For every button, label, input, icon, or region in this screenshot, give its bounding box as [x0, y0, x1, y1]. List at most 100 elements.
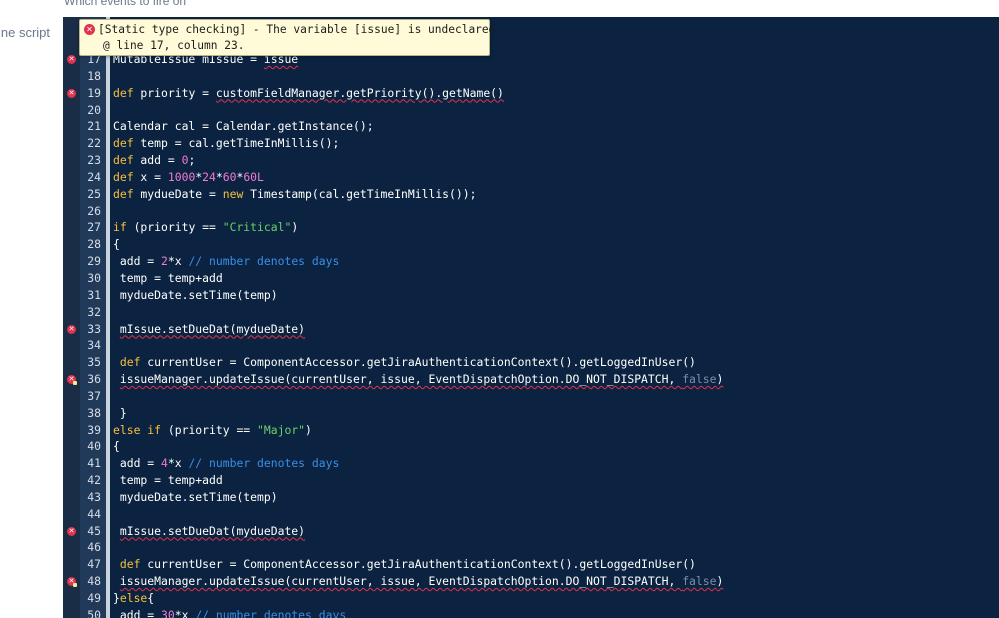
line-number: 29 [87, 254, 101, 269]
code-line[interactable]: 21 Calendar cal = Calendar.getInstance(); [63, 118, 999, 135]
code-line[interactable]: 29 add = 2*x // number denotes days [63, 253, 999, 270]
code-text[interactable]: mIssue.setDueDat(mydueDate) [113, 321, 305, 338]
code-line[interactable]: 20 [63, 102, 999, 119]
code-line[interactable]: 47 def currentUser = ComponentAccessor.g… [63, 556, 999, 573]
line-number: 25 [87, 186, 101, 201]
code-text[interactable]: mIssue.setDueDat(mydueDate) [113, 523, 305, 540]
code-token: def [113, 136, 134, 151]
code-line[interactable]: 43 mydueDate.setTime(temp) [63, 489, 999, 506]
code-line[interactable]: 24 def x = 1000*24*60*60L [63, 169, 999, 186]
code-text[interactable]: add = 2*x // number denotes days [113, 253, 339, 270]
code-line[interactable]: 38 } [63, 405, 999, 422]
code-token: } [113, 405, 127, 420]
code-line[interactable]: 44 [63, 506, 999, 523]
error-circle-icon[interactable]: ✕ [67, 526, 76, 536]
code-text[interactable]: { [113, 236, 120, 253]
code-text[interactable]: def add = 0; [113, 152, 195, 169]
code-text[interactable]: mydueDate.setTime(temp) [113, 489, 278, 506]
code-line[interactable]: 28 { [63, 236, 999, 253]
code-text[interactable]: else if (priority == "Major") [113, 422, 312, 439]
code-line[interactable]: 23 def add = 0; [63, 152, 999, 169]
code-line[interactable]: 37 [63, 388, 999, 405]
code-text[interactable]: { [113, 438, 120, 455]
code-text[interactable]: add = 4*x // number denotes days [113, 455, 339, 472]
code-text[interactable]: Calendar cal = Calendar.getInstance(); [113, 118, 374, 135]
code-text[interactable]: def currentUser = ComponentAccessor.getJ… [113, 354, 696, 371]
code-line[interactable]: 30 temp = temp+add [63, 270, 999, 287]
code-line[interactable]: 42 temp = temp+add [63, 472, 999, 489]
code-token: 1000 [167, 169, 196, 184]
code-token: 2 [161, 254, 168, 269]
code-text[interactable]: def x = 1000*24*60*60L [113, 169, 264, 186]
line-number: 34 [87, 338, 101, 353]
code-token: x = [133, 169, 168, 184]
error-circle-icon[interactable]: ✕ [67, 324, 76, 334]
code-token: 24 [202, 169, 216, 184]
code-token: issueManager.updateIssue(currentUser, is… [119, 574, 683, 589]
code-line[interactable]: ✕ 45 mIssue.setDueDat(mydueDate) [63, 523, 999, 540]
code-line[interactable]: 41 add = 4*x // number denotes days [63, 455, 999, 472]
code-line[interactable]: ✕ 33 mIssue.setDueDat(mydueDate) [63, 321, 999, 338]
code-line[interactable]: 39 else if (priority == "Major") [63, 422, 999, 439]
code-line[interactable]: 35 def currentUser = ComponentAccessor.g… [63, 354, 999, 371]
code-token: add = [133, 153, 182, 168]
code-text[interactable]: def mydueDate = new Timestamp(cal.getTim… [113, 186, 476, 203]
code-token: issueManager.updateIssue(currentUser, is… [119, 372, 683, 387]
error-quickfix-icon[interactable]: ✕ [67, 577, 77, 588]
code-text[interactable]: } [113, 405, 127, 422]
line-number: 26 [87, 203, 101, 218]
code-line[interactable]: 31 mydueDate.setTime(temp) [63, 287, 999, 304]
code-text[interactable]: if (priority == "Critical") [113, 219, 298, 236]
code-editor[interactable]: ✕ 17 MutableIssue mIssue = issue 18 ✕ 19 def p… [63, 17, 999, 618]
code-token: * [215, 169, 223, 184]
code-token: ) [716, 574, 724, 589]
code-line[interactable]: 32 [63, 304, 999, 321]
code-token: def [119, 557, 141, 572]
code-line[interactable]: 18 [63, 68, 999, 85]
code-lines[interactable]: ✕ 17 MutableIssue mIssue = issue 18 ✕ 19 def p… [63, 51, 999, 618]
code-line[interactable]: 46 [63, 539, 999, 556]
code-line[interactable]: ✕ 19 def priority = customFieldManager.get… [63, 85, 999, 102]
code-text[interactable]: def currentUser = ComponentAccessor.getJ… [113, 556, 696, 573]
code-text[interactable]: issueManager.updateIssue(currentUser, is… [113, 573, 724, 590]
code-line[interactable]: 49}else{ [63, 590, 999, 607]
error-circle-icon[interactable]: ✕ [67, 55, 76, 64]
code-line[interactable]: 22 def temp = cal.getTimeInMillis(); [63, 135, 999, 152]
code-text[interactable]: add = 30*x // number denotes days [113, 607, 346, 618]
code-token: "Critical" [222, 220, 292, 235]
line-number: 37 [87, 388, 101, 403]
code-token: else [113, 422, 141, 437]
code-line[interactable]: 50 add = 30*x // number denotes days [63, 607, 999, 618]
code-line[interactable]: 26 [63, 203, 999, 220]
line-number: 28 [87, 237, 101, 252]
line-number: 47 [87, 557, 101, 572]
code-line[interactable]: 34 [63, 337, 999, 354]
code-token: def [119, 355, 141, 370]
code-line[interactable]: ✕ 48 issueManager.updateIssue(currentUser… [63, 573, 999, 590]
code-text[interactable]: mydueDate.setTime(temp) [113, 287, 278, 304]
code-token: mydueDate.setTime(temp) [113, 489, 278, 504]
code-text[interactable]: }else{ [113, 590, 154, 607]
error-quickfix-icon[interactable]: ✕ [67, 375, 77, 386]
code-line[interactable]: 40 { [63, 438, 999, 455]
code-token: temp = temp+add [113, 473, 223, 488]
code-token: 60 [222, 169, 237, 184]
code-line[interactable]: 25 def mydueDate = new Timestamp(cal.getT… [63, 186, 999, 203]
code-text[interactable]: issueManager.updateIssue(currentUser, is… [113, 371, 724, 388]
error-circle-icon[interactable]: ✕ [67, 88, 76, 98]
code-text[interactable]: def temp = cal.getTimeInMillis(); [113, 135, 339, 152]
line-number: 19 [87, 85, 101, 100]
code-token: mydueDate.setTime(temp) [113, 287, 278, 302]
code-line[interactable]: 27 if (priority == "Critical") [63, 219, 999, 236]
code-token: customFieldManager.getPriority().getName… [215, 85, 504, 100]
code-text[interactable]: temp = temp+add [113, 270, 223, 287]
line-number: 33 [87, 321, 101, 336]
code-line[interactable]: ✕ 36 issueManager.updateIssue(currentUser… [63, 371, 999, 388]
code-token: *x [174, 607, 196, 618]
code-token: *x [167, 254, 189, 269]
line-number: 42 [87, 473, 101, 488]
code-text[interactable]: temp = temp+add [113, 472, 223, 489]
events-field-hint: Which events to fire on [64, 0, 187, 8]
code-text[interactable]: def priority = customFieldManager.getPri… [113, 85, 504, 102]
